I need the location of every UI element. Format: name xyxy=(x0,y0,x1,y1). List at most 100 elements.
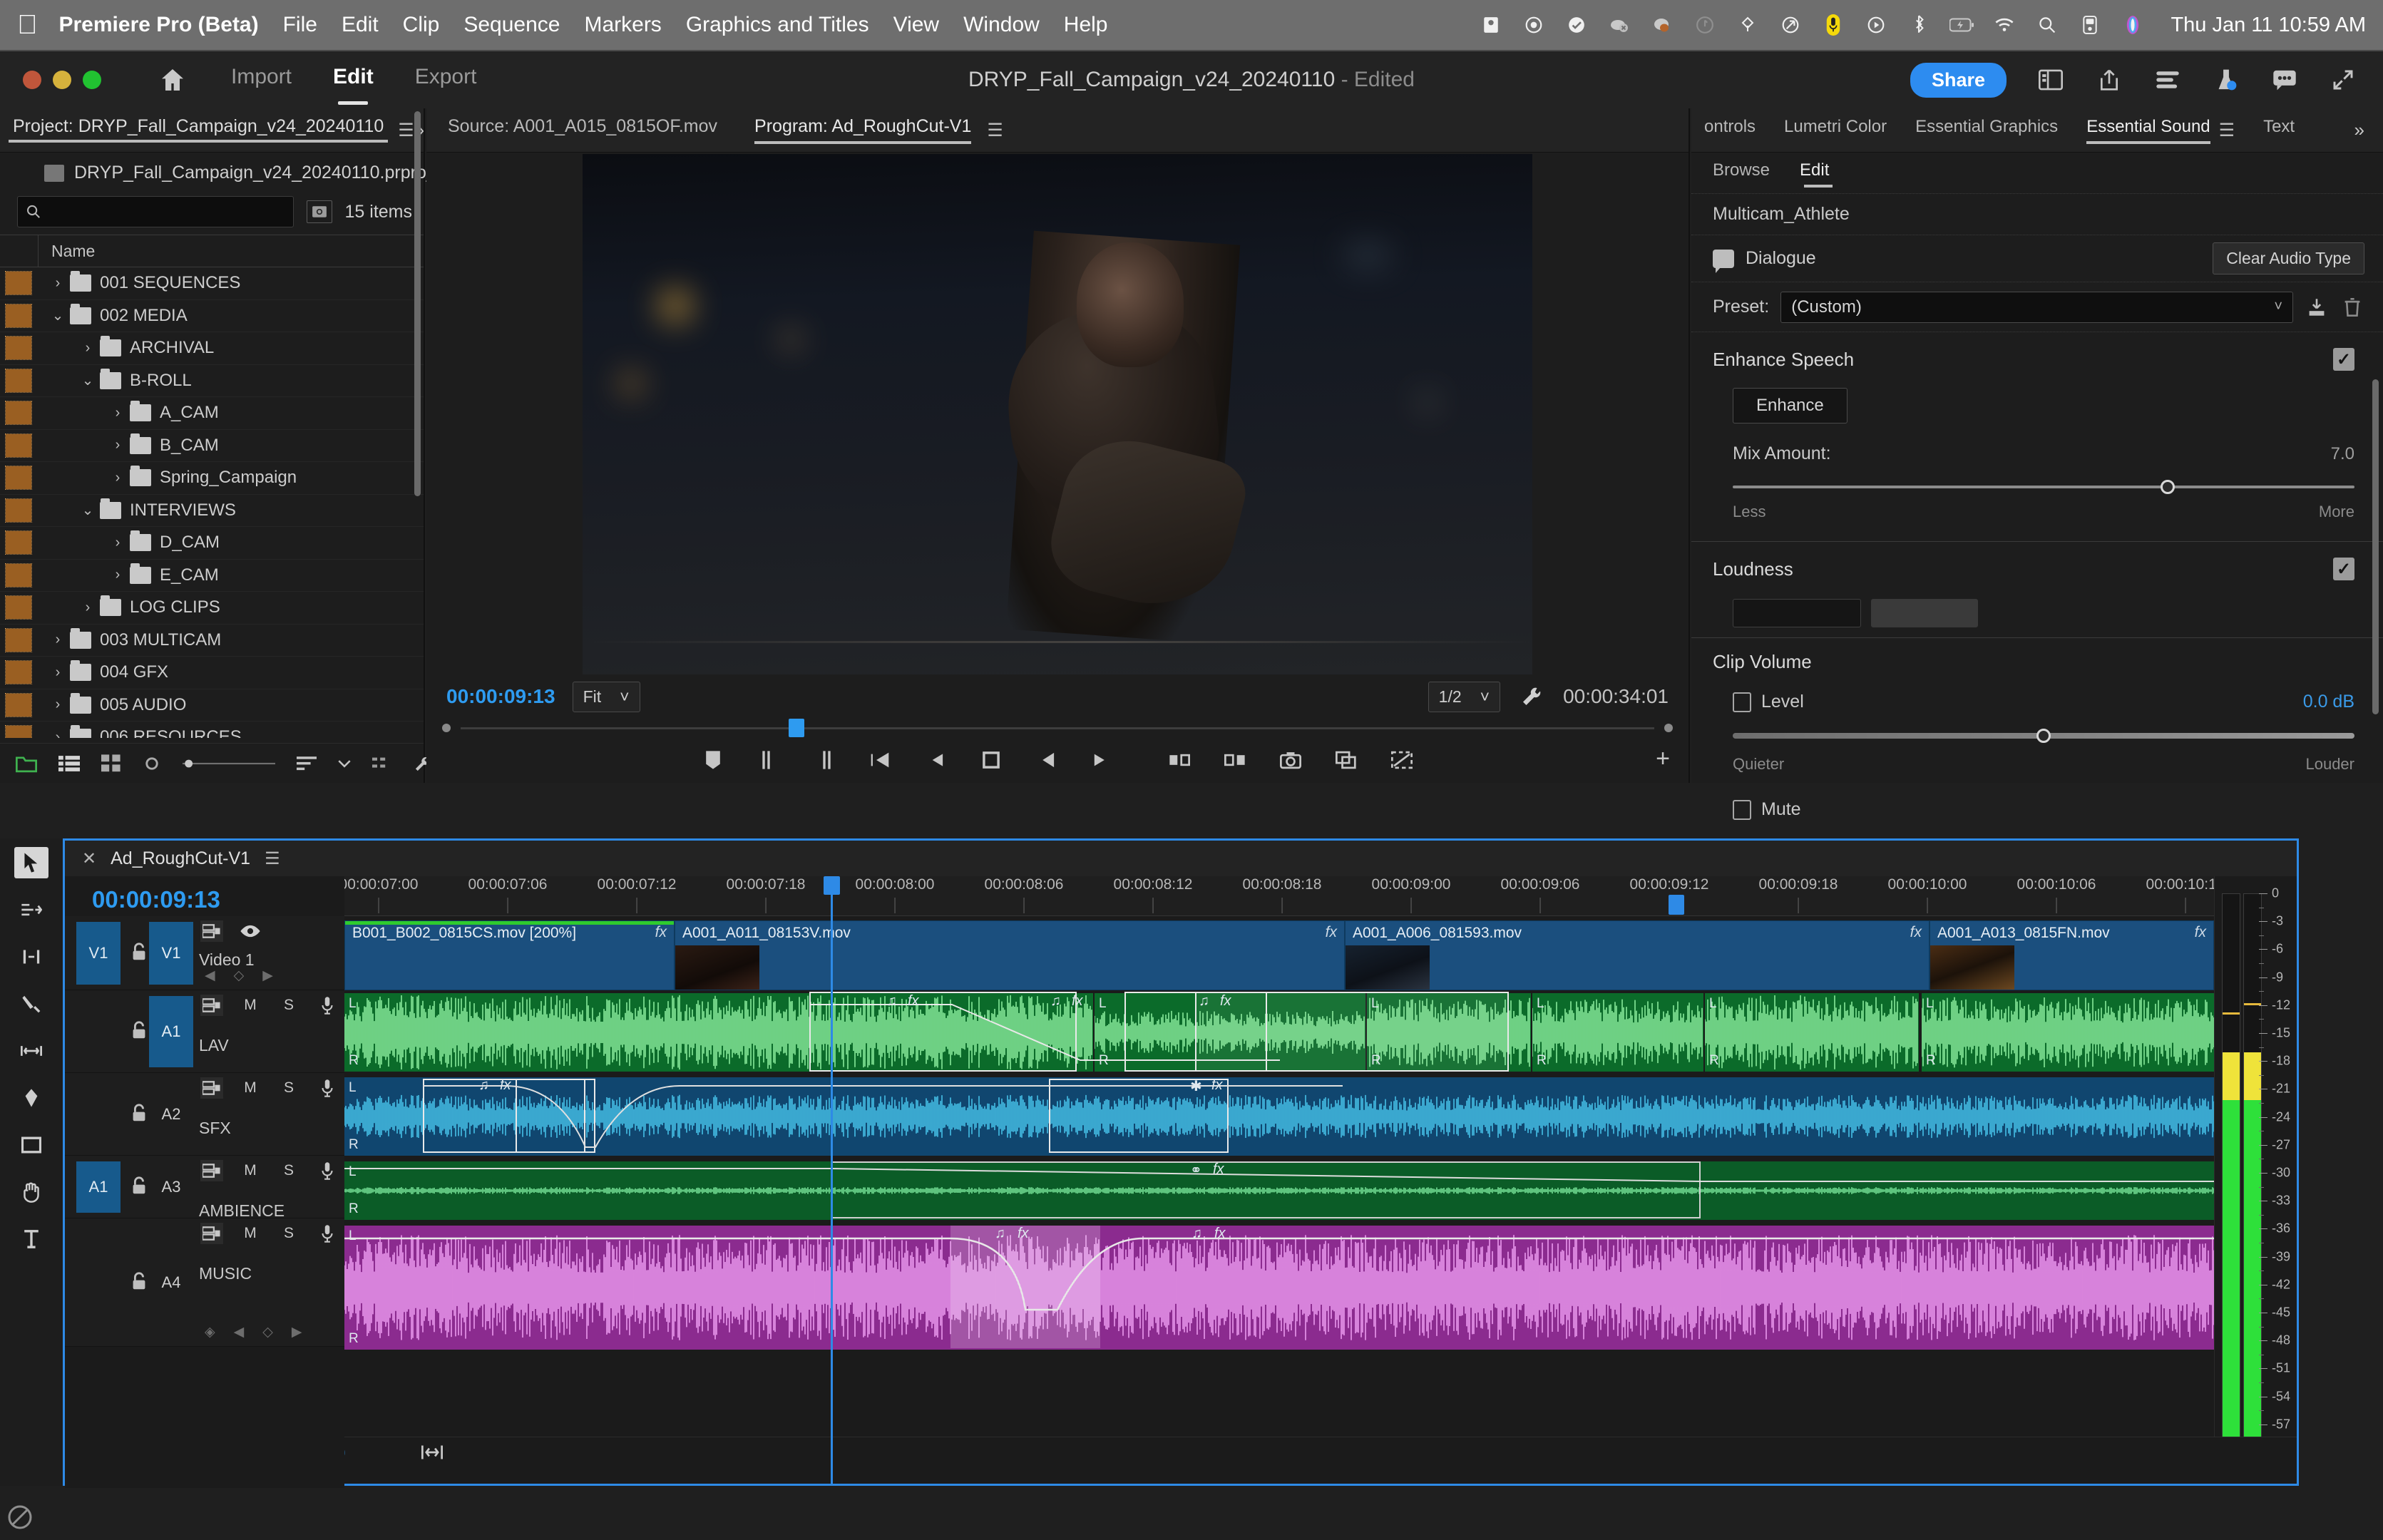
arrow-circle-icon[interactable] xyxy=(1778,13,1803,37)
next-keyframe-icon[interactable]: ▶ xyxy=(262,967,273,984)
track-lock-toggle[interactable] xyxy=(130,1020,148,1044)
track-lock-toggle[interactable] xyxy=(130,1176,148,1199)
loudness-buttons-clipped[interactable] xyxy=(1733,599,2354,627)
pen-tool-icon[interactable] xyxy=(14,1082,48,1114)
zoom-slider[interactable] xyxy=(183,758,275,769)
window-maximize-button[interactable] xyxy=(83,71,101,89)
go-to-in-icon[interactable] xyxy=(866,746,894,774)
find-icon[interactable] xyxy=(306,200,332,223)
music-duck-region[interactable] xyxy=(950,1226,1100,1348)
mute-track-button[interactable]: M xyxy=(239,1223,262,1244)
safe-margins-icon[interactable] xyxy=(1388,746,1416,774)
audio-crossfade[interactable] xyxy=(1195,992,1509,1072)
menu-bar-clock[interactable]: Thu Jan 11 10:59 AM xyxy=(2171,14,2366,37)
comparison-view-icon[interactable] xyxy=(1332,746,1360,774)
freeform-view-icon[interactable] xyxy=(143,754,161,773)
project-tree[interactable]: › 001 SEQUENCES ⌄ 002 MEDIA › ARCHIVAL ⌄ B-ROLL… xyxy=(0,267,424,738)
mute-track-button[interactable]: M xyxy=(239,1160,262,1181)
track-patch-a1[interactable]: A1 xyxy=(149,996,193,1067)
bin-row[interactable]: › LOG CLIPS xyxy=(0,592,424,625)
voice-over-icon[interactable] xyxy=(316,1077,339,1099)
hand-tool-icon[interactable] xyxy=(14,1176,48,1208)
video-clip[interactable]: B001_B002_0815CS.mov [200%] fx xyxy=(344,920,675,990)
reset-button[interactable] xyxy=(1871,599,1978,627)
window-close-button[interactable] xyxy=(23,71,41,89)
preset-select[interactable]: (Custom) ˅ xyxy=(1780,291,2293,323)
timeline-ruler[interactable]: 00:00:07:00 00:00:07:06 00:00:07:12 00:00:0… xyxy=(344,876,2297,916)
track-select-forward-icon[interactable] xyxy=(14,894,48,925)
check-circle-icon[interactable] xyxy=(1564,13,1589,37)
bin-row[interactable]: › 004 GFX xyxy=(0,657,424,689)
project-tree-scrollbar[interactable] xyxy=(414,111,421,496)
dropbox-icon[interactable] xyxy=(1650,13,1674,37)
add-keyframe-icon[interactable]: ◇ xyxy=(234,967,245,984)
eye-toggle-icon[interactable] xyxy=(239,920,262,942)
share-button[interactable]: Share xyxy=(1910,62,2007,98)
track-patch-a3[interactable]: A3 xyxy=(149,1161,193,1213)
crashplan-icon[interactable] xyxy=(1693,13,1717,37)
bin-row[interactable]: › A_CAM xyxy=(0,397,424,430)
menu-window[interactable]: Window xyxy=(963,13,1040,37)
button-editor-icon[interactable]: + xyxy=(1656,745,1670,773)
track-target-icon[interactable] xyxy=(200,1077,223,1099)
selected-audio-clip[interactable] xyxy=(809,992,1077,1072)
tab-source-monitor[interactable]: Source: A001_A015_0815OF.mov xyxy=(448,116,717,144)
fullscreen-icon[interactable] xyxy=(2329,66,2357,94)
project-file-row[interactable]: DRYP_Fall_Campaign_v24_20240110.prproj xyxy=(0,153,430,192)
tab-effect-controls[interactable]: ontrols xyxy=(1704,117,1756,144)
track-lock-toggle[interactable] xyxy=(130,1271,148,1295)
bin-label-color[interactable] xyxy=(5,498,32,523)
spotlight-search-icon[interactable] xyxy=(2035,13,2059,37)
prores-status-icon[interactable] xyxy=(7,1504,36,1533)
bin-label-color[interactable] xyxy=(5,563,32,587)
panel-menu-icon[interactable]: ☰ xyxy=(398,120,414,141)
extract-icon[interactable] xyxy=(1221,746,1249,774)
timeline-sequence-name[interactable]: Ad_RoughCut-V1 xyxy=(111,848,250,869)
playback-resolution-select[interactable]: 1/2 ˅ xyxy=(1428,681,1501,712)
bin-row[interactable]: › D_CAM xyxy=(0,527,424,560)
keyframe-type-icon[interactable]: ◈ xyxy=(205,1324,215,1340)
subtab-browse[interactable]: Browse xyxy=(1713,160,1770,186)
audio-clip[interactable]: LR xyxy=(1532,993,1703,1072)
chevron-down-icon[interactable]: ⌄ xyxy=(48,307,67,324)
chevron-right-icon[interactable]: › xyxy=(48,632,67,648)
colorwheel-icon[interactable] xyxy=(2121,13,2145,37)
project-panel-tab[interactable]: Project: DRYP_Fall_Campaign_v24_20240110 xyxy=(9,116,389,144)
audio-track-a2-sfx[interactable]: L R ♫ fx ✱ fx xyxy=(344,1076,2297,1159)
add-keyframe-icon[interactable]: ◇ xyxy=(262,1324,273,1340)
bin-row[interactable]: › 005 AUDIO xyxy=(0,689,424,722)
close-icon[interactable]: ✕ xyxy=(82,848,96,869)
track-target-icon[interactable] xyxy=(200,920,223,942)
bin-label-color[interactable] xyxy=(5,401,32,426)
solo-track-button[interactable]: S xyxy=(277,995,300,1016)
solo-track-button[interactable]: S xyxy=(277,1223,300,1244)
tab-import[interactable]: Import xyxy=(231,65,292,95)
chevron-down-icon[interactable]: ⌄ xyxy=(78,371,97,389)
auto-match-button[interactable] xyxy=(1733,599,1861,627)
next-keyframe-icon[interactable]: ▶ xyxy=(292,1324,302,1340)
track-patch-v1[interactable]: V1 xyxy=(149,922,193,985)
siri-icon[interactable] xyxy=(2078,13,2102,37)
audio-clip[interactable]: LR xyxy=(1705,993,1919,1072)
mix-amount-value[interactable]: 7.0 xyxy=(2331,444,2354,464)
chevron-right-icon[interactable]: › xyxy=(108,437,127,453)
audio-track-a4-music[interactable]: L R ♫ fx ♫ fx xyxy=(344,1224,2297,1352)
stop-icon[interactable] xyxy=(977,746,1005,774)
enhance-button[interactable]: Enhance xyxy=(1733,388,1848,423)
audio-track-a3-ambience[interactable]: L R ⚭ fx xyxy=(344,1160,2297,1223)
wifi-icon[interactable] xyxy=(1992,13,2016,37)
chevron-right-icon[interactable]: › xyxy=(78,600,97,616)
slider-knob[interactable] xyxy=(2036,729,2051,743)
razor-tool-icon[interactable] xyxy=(14,988,48,1020)
filter-icon[interactable] xyxy=(372,755,392,772)
window-minimize-button[interactable] xyxy=(53,71,71,89)
mute-track-button[interactable]: M xyxy=(239,1077,262,1099)
slip-tool-icon[interactable] xyxy=(14,1035,48,1067)
export-frame-icon[interactable] xyxy=(1276,746,1305,774)
mix-amount-slider[interactable] xyxy=(1733,480,2354,494)
scrub-start-handle[interactable] xyxy=(442,724,451,732)
chevron-right-icon[interactable]: › xyxy=(78,340,97,356)
scrub-playhead[interactable] xyxy=(789,718,805,737)
track-target-icon[interactable] xyxy=(200,1223,223,1244)
chevron-right-icon[interactable]: › xyxy=(108,535,127,551)
